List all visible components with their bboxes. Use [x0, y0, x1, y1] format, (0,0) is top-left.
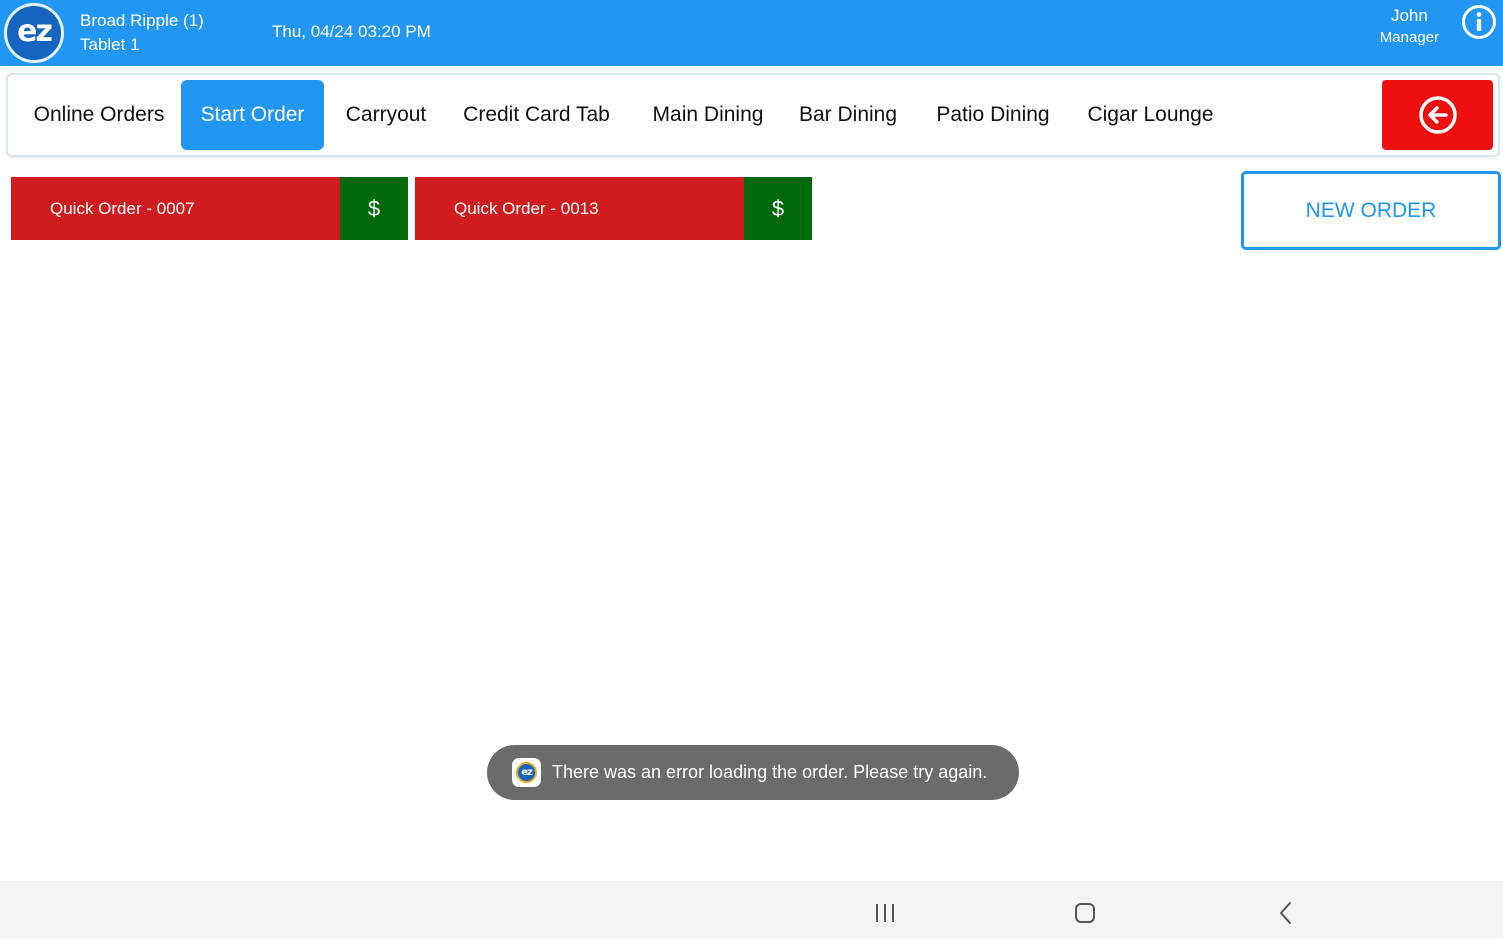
tab-bar-dining[interactable]: Bar Dining — [785, 80, 911, 150]
store-info: Broad Ripple (1) Tablet 1 — [80, 9, 204, 57]
exit-back-button[interactable] — [1382, 80, 1493, 150]
order-button[interactable]: Quick Order - 0013 — [415, 177, 744, 240]
tab-main-dining[interactable]: Main Dining — [636, 80, 780, 150]
back-chevron-icon[interactable] — [1266, 893, 1306, 933]
tab-carryout[interactable]: Carryout — [326, 80, 446, 150]
section-tab-bar: Online Orders Start Order Carryout Credi… — [6, 73, 1500, 157]
order-tile: Quick Order - 0013 $ — [415, 177, 812, 240]
arrow-left-circle-icon — [1418, 96, 1457, 134]
tab-start-order[interactable]: Start Order — [181, 80, 324, 150]
home-icon[interactable] — [1065, 893, 1105, 933]
app-header: ez Broad Ripple (1) Tablet 1 Thu, 04/24 … — [0, 0, 1503, 66]
toast-icon-text: ez — [516, 762, 537, 783]
ez-logo: ez — [4, 3, 64, 63]
pay-button[interactable]: $ — [744, 177, 812, 240]
ez-app-icon: ez — [512, 758, 541, 787]
user-info[interactable]: John Manager — [1380, 5, 1439, 49]
tab-cigar-lounge[interactable]: Cigar Lounge — [1072, 80, 1229, 150]
tab-online-orders[interactable]: Online Orders — [16, 80, 182, 150]
recents-icon[interactable] — [865, 893, 905, 933]
info-icon[interactable] — [1461, 4, 1497, 40]
user-name: John — [1390, 6, 1428, 25]
error-toast: ez There was an error loading the order.… — [487, 745, 1019, 800]
logo-text: ez — [17, 13, 53, 49]
system-nav-bar — [0, 881, 1503, 939]
user-role: Manager — [1379, 29, 1439, 46]
pay-button[interactable]: $ — [340, 177, 408, 240]
new-order-button[interactable]: NEW ORDER — [1241, 171, 1501, 250]
toast-message: There was an error loading the order. Pl… — [552, 762, 988, 782]
date-time: Thu, 04/24 03:20 PM — [272, 22, 431, 41]
order-button[interactable]: Quick Order - 0007 — [11, 177, 340, 240]
order-tile: Quick Order - 0007 $ — [11, 177, 408, 240]
store-name: Broad Ripple (1) — [80, 11, 204, 30]
tab-patio-dining[interactable]: Patio Dining — [919, 80, 1067, 150]
tab-credit-card-tab[interactable]: Credit Card Tab — [449, 80, 624, 150]
device-name: Tablet 1 — [80, 35, 140, 54]
